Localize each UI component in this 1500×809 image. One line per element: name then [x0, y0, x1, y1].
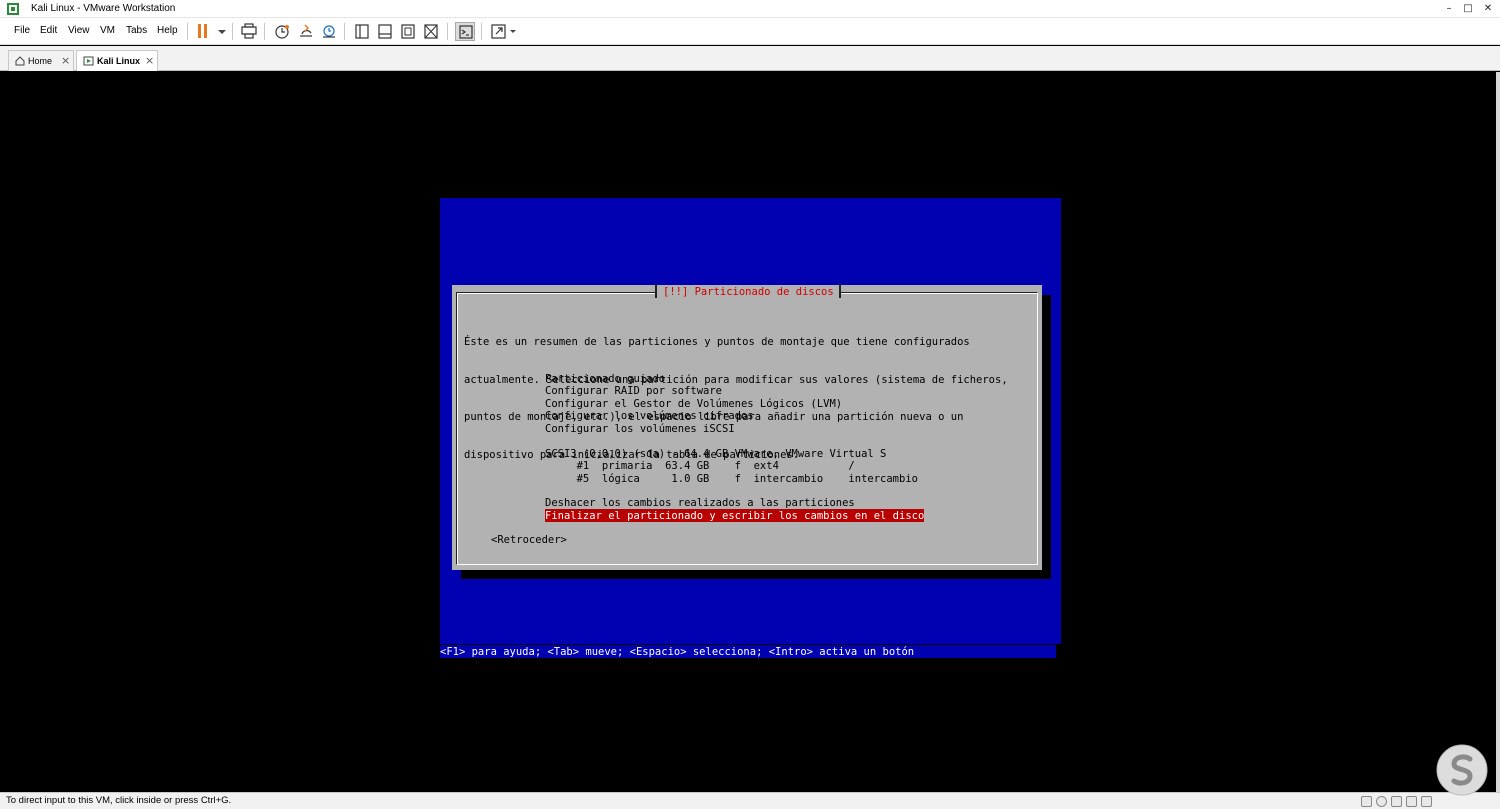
menu-edit[interactable]: Edit [40, 25, 57, 36]
option-guided-partitioning[interactable]: Particionado guiado [545, 373, 665, 386]
status-bar: To direct input to this VM, click inside… [0, 792, 1500, 809]
site-logo [1436, 744, 1488, 796]
option-encrypted-volumes[interactable]: Configurar los volúmenes cifrados [545, 410, 754, 423]
option-software-raid[interactable]: Configurar RAID por software [545, 385, 722, 398]
stretch-icon[interactable] [489, 22, 509, 41]
close-window-button[interactable]: ✕ [1479, 1, 1497, 17]
stretch-dropdown-icon[interactable] [507, 22, 519, 41]
tab-home-close-icon[interactable]: × [61, 54, 70, 67]
option-iscsi[interactable]: Configurar los volúmenes iSCSI [545, 423, 735, 436]
option-lvm[interactable]: Configurar el Gestor de Volúmenes Lógico… [545, 398, 842, 411]
tab-kali-linux[interactable]: Kali Linux × [76, 50, 158, 71]
pause-icon[interactable] [198, 24, 208, 38]
revert-snapshot-icon[interactable] [296, 22, 316, 41]
option-finish-partitioning[interactable]: Finalizar el particionado y escribir los… [545, 510, 924, 523]
unity-icon[interactable] [421, 22, 441, 41]
vm-icon [83, 56, 94, 66]
vm-scrollbar[interactable] [1496, 72, 1500, 792]
menu-view[interactable]: View [68, 25, 90, 36]
menu-file[interactable]: File [14, 25, 30, 36]
sound-card-icon[interactable] [1421, 796, 1432, 807]
menu-help[interactable]: Help [157, 25, 178, 36]
status-text: To direct input to this VM, click inside… [6, 795, 232, 806]
thumbnail-view-icon[interactable] [375, 22, 395, 41]
partition-row[interactable]: #1 primaria 63.4 GB f ext4 / [545, 460, 855, 473]
tab-home-label: Home [28, 56, 53, 66]
hard-disk-icon[interactable] [1361, 796, 1372, 807]
dialog-title: [!!] Particionado de discos [663, 286, 834, 298]
disk-entry[interactable]: SCSI3 (0,0,0) (sda) - 64.4 GB VMware, VM… [545, 448, 886, 461]
menu-toolbar: File Edit View VM Tabs Help [0, 18, 1500, 45]
maximize-button[interactable]: □ [1459, 1, 1477, 17]
tab-kali-close-icon[interactable]: × [145, 54, 154, 67]
library-view-icon[interactable] [352, 22, 372, 41]
tab-home[interactable]: Home × [8, 50, 74, 71]
usb-icon[interactable] [1406, 796, 1417, 807]
dropdown-arrow-icon[interactable] [212, 22, 232, 41]
window-title: Kali Linux - VMware Workstation [31, 3, 176, 14]
tab-strip: Home × Kali Linux × [0, 46, 1500, 71]
vmware-window: Kali Linux - VMware Workstation – □ ✕ Fi… [0, 0, 1500, 809]
send-ctrl-alt-del-icon[interactable] [239, 22, 259, 41]
menu-tabs[interactable]: Tabs [126, 25, 147, 36]
minimize-button[interactable]: – [1440, 1, 1458, 17]
help-line: <F1> para ayuda; <Tab> mueve; <Espacio> … [440, 646, 915, 658]
partition-row[interactable]: #5 lógica 1.0 GB f intercambio intercamb… [545, 473, 918, 486]
vmware-app-icon [7, 3, 19, 15]
option-undo-changes[interactable]: Deshacer los cambios realizados a las pa… [545, 497, 855, 510]
console-icon[interactable] [455, 22, 475, 41]
cd-dvd-icon[interactable] [1376, 796, 1387, 807]
back-button[interactable]: <Retroceder> [491, 534, 567, 547]
network-adapter-icon[interactable] [1391, 796, 1402, 807]
snapshot-manager-icon[interactable] [319, 22, 339, 41]
tab-kali-linux-label: Kali Linux [97, 56, 141, 66]
snapshot-icon[interactable] [272, 22, 292, 41]
title-bar: Kali Linux - VMware Workstation – □ ✕ [0, 0, 1500, 18]
menu-vm[interactable]: VM [100, 25, 115, 36]
home-icon [15, 56, 25, 66]
fullscreen-icon[interactable] [398, 22, 418, 41]
